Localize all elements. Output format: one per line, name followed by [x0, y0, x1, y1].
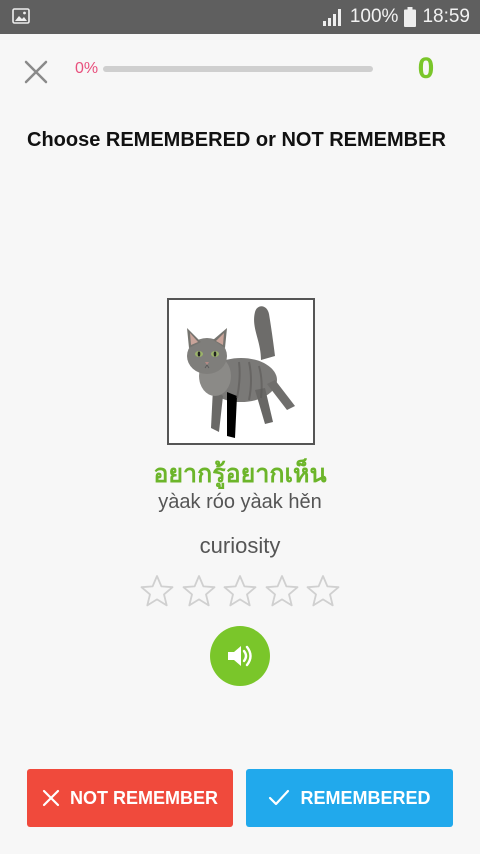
status-bar: 100% 18:59 [0, 0, 480, 34]
clock: 18:59 [422, 6, 470, 27]
close-button[interactable] [20, 56, 52, 88]
star-outline-icon[interactable] [306, 574, 340, 608]
remembered-button[interactable]: REMEMBERED [246, 769, 453, 827]
x-icon [42, 789, 60, 807]
remembered-label: REMEMBERED [300, 787, 431, 808]
star-outline-icon[interactable] [265, 574, 299, 608]
not-remember-label: NOT REMEMBER [70, 787, 218, 808]
thai-word: อยากรู้อยากเห็น [153, 460, 327, 488]
star-outline-icon[interactable] [140, 574, 174, 608]
progress-bar [103, 66, 373, 72]
sound-button[interactable] [210, 626, 270, 686]
battery-icon [404, 7, 417, 27]
close-icon [24, 60, 48, 84]
rating-stars [140, 574, 340, 610]
cat-image [187, 306, 295, 438]
word-image [167, 298, 315, 445]
star-outline-icon[interactable] [182, 574, 216, 608]
star-outline-icon[interactable] [223, 574, 257, 608]
meaning: curiosity [199, 533, 281, 558]
romanization: yàak róo yàak hěn [158, 491, 322, 513]
check-icon [269, 789, 290, 806]
instruction-text: Choose REMEMBERED or NOT REMEMBER [27, 129, 446, 151]
not-remember-button[interactable]: NOT REMEMBER [27, 769, 233, 827]
speaker-icon [228, 645, 252, 667]
battery-percent: 100% [349, 6, 399, 27]
image-icon [12, 8, 30, 24]
score: 0 [417, 52, 435, 85]
progress-percent: 0% [75, 60, 99, 77]
signal-icon [322, 9, 341, 26]
